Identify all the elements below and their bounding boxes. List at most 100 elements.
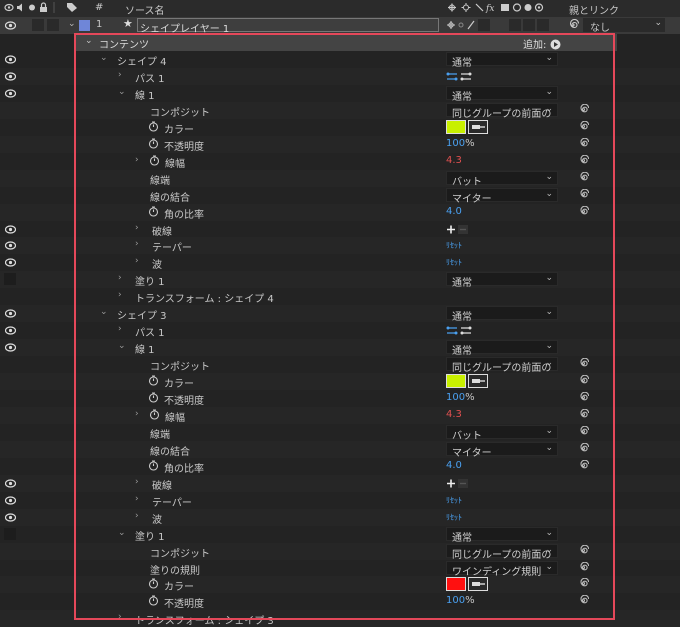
property-row[interactable]: › 破線 [0, 221, 680, 238]
shy-switch-icon[interactable] [446, 19, 476, 34]
chevron-down-icon[interactable]: ⌄ [100, 53, 108, 63]
property-value[interactable]: 4.3 [446, 155, 462, 166]
expression-pickwhip-icon[interactable] [578, 171, 590, 183]
expression-pickwhip-icon[interactable] [578, 103, 590, 115]
property-dropdown[interactable]: 同じグループの前面の ⌄ [446, 544, 558, 561]
av-switch-icons[interactable] [4, 2, 66, 16]
property-dropdown[interactable]: ワインディング規則 ⌄ [446, 561, 558, 578]
chevron-right-icon[interactable]: › [135, 239, 139, 249]
chevron-down-icon[interactable]: ⌄ [118, 528, 126, 538]
expression-pickwhip-icon[interactable] [578, 544, 590, 556]
property-dropdown[interactable]: 通常 ⌄ [446, 306, 558, 323]
property-row[interactable]: 角の比率 4.0 [0, 458, 680, 475]
property-dropdown[interactable]: マイター ⌄ [446, 442, 558, 459]
stopwatch-icon[interactable] [148, 392, 159, 403]
eye-icon[interactable] [5, 326, 16, 335]
property-row[interactable]: › 波 ﾘｾｯﾄ [0, 254, 680, 271]
chevron-down-icon[interactable]: ⌄ [100, 307, 108, 317]
stopwatch-icon[interactable] [148, 460, 159, 471]
chevron-right-icon[interactable]: › [118, 290, 122, 300]
property-row[interactable]: カラー [0, 119, 680, 136]
eye-icon[interactable] [5, 343, 16, 352]
chevron-down-icon[interactable]: ⌄ [118, 87, 126, 97]
chevron-right-icon[interactable]: › [135, 477, 139, 487]
property-dropdown[interactable]: マイター ⌄ [446, 188, 558, 205]
property-dropdown[interactable]: 通常 ⌄ [446, 86, 558, 103]
expression-pickwhip-icon[interactable] [578, 561, 590, 573]
solo-box[interactable] [32, 19, 44, 31]
expression-pickwhip-icon[interactable] [578, 408, 590, 420]
stopwatch-icon[interactable] [148, 595, 159, 606]
property-row[interactable]: 線端 バット ⌄ [0, 424, 680, 442]
property-dropdown[interactable]: 通常 ⌄ [446, 52, 558, 69]
expression-pickwhip-icon[interactable] [578, 154, 590, 166]
property-row[interactable]: › トランスフォーム : シェイプ 3 [0, 610, 680, 627]
add-remove-dash-icon[interactable] [446, 224, 470, 238]
chevron-down-icon[interactable]: ⌄ [68, 19, 76, 29]
stopwatch-icon[interactable] [148, 578, 159, 589]
path-direction-icon[interactable] [446, 325, 474, 339]
property-dropdown[interactable]: バット ⌄ [446, 171, 558, 188]
property-row[interactable]: カラー [0, 373, 680, 390]
eye-icon[interactable] [5, 241, 16, 250]
path-direction-icon[interactable] [446, 71, 474, 85]
property-row[interactable]: ⌄ 線 1 通常 ⌄ [0, 339, 680, 357]
property-row[interactable]: › 塗り 1 通常 ⌄ [0, 271, 680, 289]
chevron-right-icon[interactable]: › [118, 612, 122, 622]
layer-row[interactable]: ⌄ 1 ★ シェイプレイヤー 1 なし ⌄ [0, 17, 680, 35]
property-row[interactable]: 線端 バット ⌄ [0, 170, 680, 188]
property-row[interactable]: ⌄ シェイプ 3 通常 ⌄ [0, 305, 680, 323]
eye-icon[interactable] [5, 55, 16, 64]
property-row[interactable]: › トランスフォーム : シェイプ 4 [0, 288, 680, 305]
expression-pickwhip-icon[interactable] [578, 205, 590, 217]
eye-icon[interactable] [5, 225, 16, 234]
property-row[interactable]: › テーパー ﾘｾｯﾄ [0, 492, 680, 509]
property-row[interactable]: カラー [0, 576, 680, 593]
property-value[interactable]: 100% [446, 392, 475, 403]
property-row[interactable]: › テーパー ﾘｾｯﾄ [0, 237, 680, 254]
property-row[interactable]: 線の結合 マイター ⌄ [0, 441, 680, 459]
property-row[interactable]: コンポジット 同じグループの前面の ⌄ [0, 543, 680, 561]
property-row[interactable]: 線の結合 マイター ⌄ [0, 187, 680, 205]
eyedropper-icon[interactable] [468, 374, 488, 388]
property-row[interactable]: コンポジット 同じグループの前面の ⌄ [0, 102, 680, 120]
switch-box[interactable] [537, 19, 549, 31]
chevron-right-icon[interactable]: › [118, 324, 122, 334]
eye-icon[interactable] [5, 89, 16, 98]
expression-pickwhip-icon[interactable] [578, 137, 590, 149]
color-swatch[interactable] [446, 577, 466, 591]
chevron-right-icon[interactable]: › [135, 494, 139, 504]
label-color-swatch[interactable] [79, 20, 90, 31]
header-parent-link[interactable]: 親とリンク [569, 2, 619, 17]
visibility-box[interactable] [4, 273, 16, 285]
property-row[interactable]: › パス 1 [0, 322, 680, 339]
reset-link[interactable]: ﾘｾｯﾄ [446, 257, 462, 268]
chevron-right-icon[interactable]: › [135, 256, 139, 266]
expression-pickwhip-icon[interactable] [578, 459, 590, 471]
property-dropdown[interactable]: 通常 ⌄ [446, 340, 558, 357]
lock-box[interactable] [47, 19, 59, 31]
expression-pickwhip-icon[interactable] [578, 391, 590, 403]
eye-icon[interactable] [5, 496, 16, 505]
property-value[interactable]: 4.0 [446, 206, 462, 217]
switches-icons[interactable]: fx [446, 2, 560, 16]
visibility-box[interactable] [4, 528, 16, 540]
eye-icon[interactable] [5, 479, 16, 488]
expression-pickwhip-icon[interactable] [578, 442, 590, 454]
chevron-right-icon[interactable]: › [135, 511, 139, 521]
reset-link[interactable]: ﾘｾｯﾄ [446, 495, 462, 506]
stopwatch-icon[interactable] [148, 206, 159, 217]
label-tag-icon[interactable] [66, 2, 78, 16]
property-row[interactable]: › 波 ﾘｾｯﾄ [0, 509, 680, 526]
color-swatch[interactable] [446, 120, 466, 134]
eye-icon[interactable] [5, 309, 16, 318]
color-swatch[interactable] [446, 374, 466, 388]
reset-link[interactable]: ﾘｾｯﾄ [446, 240, 462, 251]
property-dropdown[interactable]: バット ⌄ [446, 425, 558, 442]
expression-pickwhip-icon[interactable] [578, 188, 590, 200]
chevron-right-icon[interactable]: › [135, 223, 139, 233]
chevron-right-icon[interactable]: › [135, 409, 139, 419]
property-row[interactable]: ⌄ シェイプ 4 通常 ⌄ [0, 51, 680, 69]
stopwatch-icon[interactable] [148, 138, 159, 149]
eyedropper-icon[interactable] [468, 120, 488, 134]
